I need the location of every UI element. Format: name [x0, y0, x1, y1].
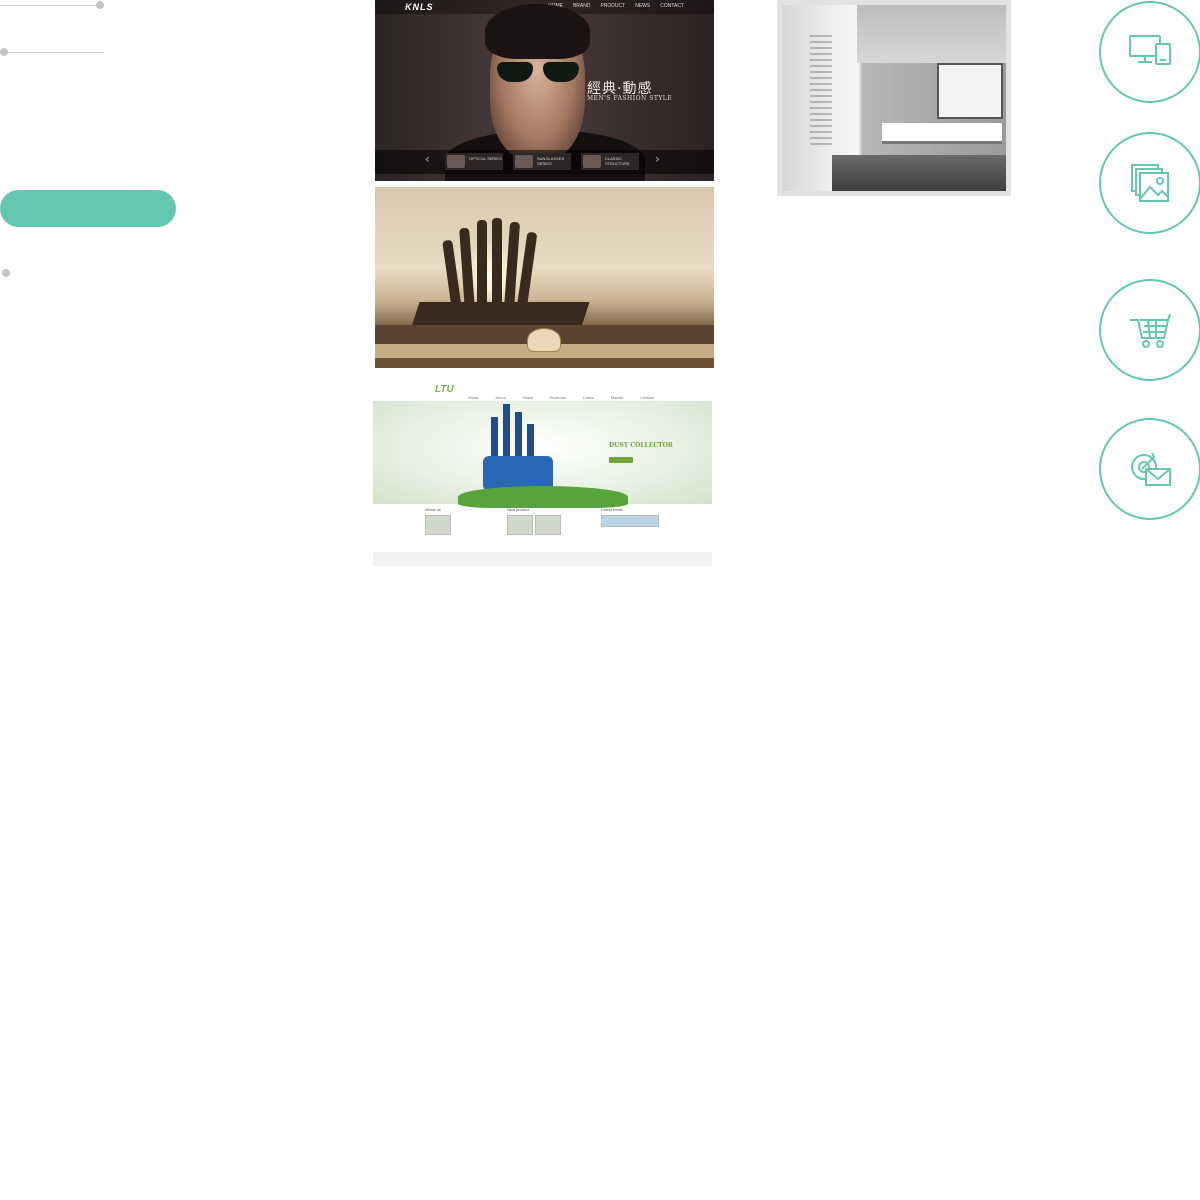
thumb-nav-item: About [495, 395, 506, 400]
thumb-logo-badge [527, 328, 561, 352]
office-window [937, 63, 1003, 119]
office-ceiling [857, 5, 1006, 63]
thumb-hero: DUST COLLECTOR [373, 401, 712, 508]
thumb-logo: KNLS [405, 2, 434, 12]
thumb-nav-item: Products [549, 395, 566, 400]
thumb-content-columns: About us New product Latest news [425, 507, 665, 545]
thumb-nav-contact: CONTACT [660, 3, 684, 9]
email-marketing-icon [1131, 452, 1171, 486]
office-floor [832, 155, 1006, 191]
office-wall-lettering [810, 35, 832, 145]
portfolio-thumb-knls[interactable]: KNLS HOME BRAND PRODUCT NEWS CONTACT 經典·… [375, 0, 714, 181]
thumb-footer [373, 552, 712, 566]
thumb-column: New product [507, 507, 579, 545]
cart-icon [1130, 313, 1171, 348]
thumb-grass [458, 486, 628, 508]
thumb-nav-item: Home [467, 395, 479, 400]
accent-pill-button[interactable] [0, 190, 176, 227]
thumb-nav-brand: BRAND [572, 3, 591, 9]
office-photo [782, 5, 1006, 191]
thumb-hero-title: DUST COLLECTOR [609, 442, 673, 449]
divider-line-1 [0, 5, 100, 6]
thumb-nav-product: PRODUCT [600, 3, 626, 9]
service-email-marketing-button[interactable] [1099, 418, 1200, 520]
thumb-chair [442, 215, 539, 311]
thumb-nav-news: NEWS [635, 3, 651, 9]
chevron-right-icon: › [655, 152, 660, 166]
thumb-slogan-en: MEN'S FASHION STYLE [587, 95, 673, 102]
service-ecommerce-button[interactable] [1099, 279, 1200, 381]
divider-dot-2 [0, 48, 8, 56]
thumb-nav-item: Market [610, 395, 624, 400]
thumb-series-item: OPTICAL SERIES [445, 153, 503, 170]
service-gallery-button[interactable] [1099, 132, 1200, 234]
thumb-column: About us [425, 507, 497, 545]
thumb-hero-button [609, 457, 633, 463]
chevron-left-icon: ‹ [425, 152, 430, 166]
devices-icon [1129, 35, 1171, 65]
portfolio-thumb-lakeside[interactable] [375, 187, 714, 368]
thumb-nav-links: Home About News Products Cases Market Co… [468, 395, 654, 400]
thumb-nav-item: Cases [582, 395, 594, 400]
thumb-logo: LTU [435, 384, 454, 395]
thumb-footer [375, 358, 714, 368]
divider-line-2 [4, 52, 104, 53]
thumb-nav-links: HOME BRAND PRODUCT NEWS CONTACT [548, 3, 684, 9]
office-desk [882, 123, 1002, 144]
service-devices-button[interactable] [1099, 1, 1200, 103]
thumb-column: Latest news [601, 507, 673, 545]
thumb-model-hair [485, 4, 590, 59]
portfolio-thumb-ltu[interactable]: LTU Home About News Products Cases Marke… [373, 381, 712, 566]
divider-dot-1 [96, 1, 104, 9]
gallery-icon [1131, 164, 1169, 202]
portfolio-thumb-office[interactable] [777, 0, 1011, 196]
thumb-series-item: CLASSIC STRUCTURE [581, 153, 639, 170]
thumb-series-item: SUNGLASSES SERIES [513, 153, 571, 170]
thumb-nav-item: News [522, 395, 533, 400]
bullet-dot [2, 269, 10, 277]
sunglasses-icon [497, 62, 579, 84]
thumb-nav-item: Contact [640, 395, 654, 400]
